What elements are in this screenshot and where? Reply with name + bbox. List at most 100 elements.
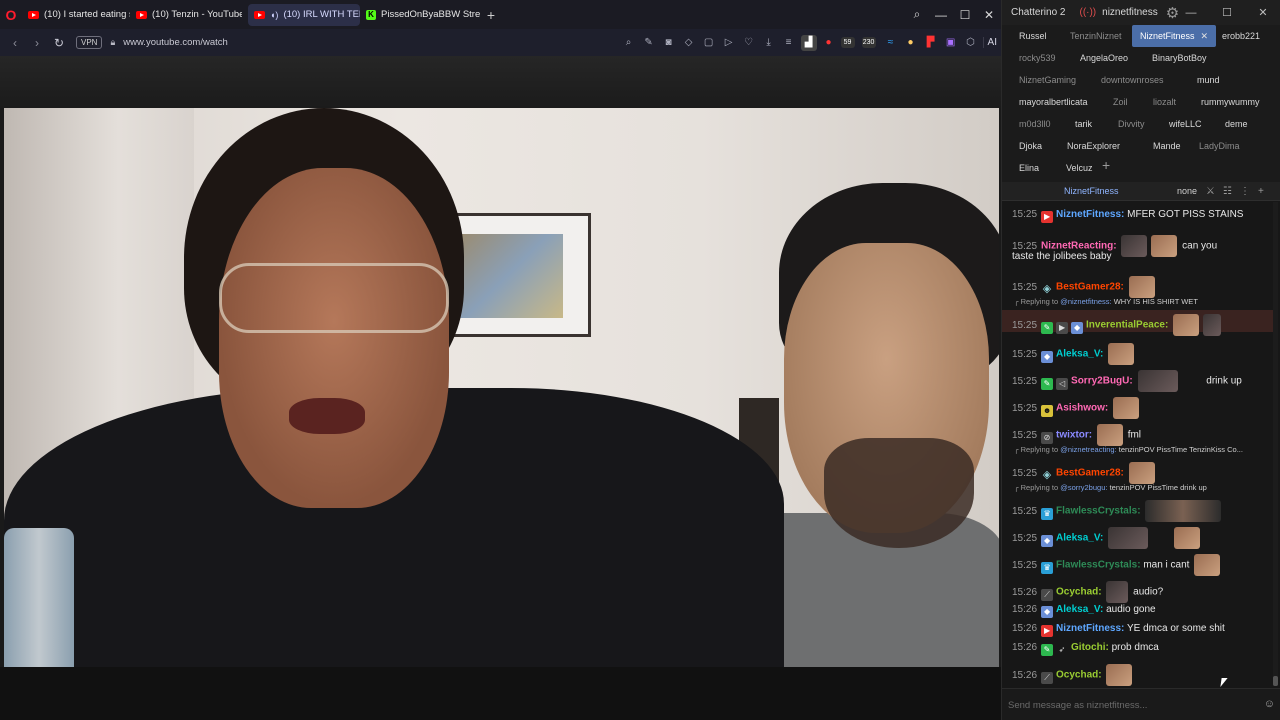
back-icon[interactable]: ‹ (4, 36, 26, 50)
ai-button[interactable]: AI (982, 37, 997, 48)
chat-message-continuation: taste the jolibees baby (1012, 251, 1112, 262)
username[interactable]: NiznetFitness: (1056, 623, 1124, 634)
camera-icon[interactable]: ◙ (661, 35, 677, 51)
tab-irl-with-tenzin[interactable]: ◖) (10) IRL WITH TENZIN (248, 3, 360, 26)
viewers-icon[interactable]: ☷ (1223, 186, 1232, 197)
channel-tab[interactable]: Zoil (1105, 91, 1136, 113)
moderation-icon[interactable]: ⚔ (1206, 186, 1215, 197)
channel-tab[interactable]: tarik (1067, 113, 1100, 135)
forward-icon[interactable]: › (26, 36, 48, 50)
channel-tab[interactable]: Mande (1145, 135, 1189, 157)
search-icon[interactable]: ⌕ (621, 35, 637, 51)
window-controls: ⌕ — ☐ ✕ (905, 0, 1001, 29)
more-icon[interactable]: ⋮ (1240, 186, 1250, 197)
extension-badge-59[interactable]: 59 (840, 37, 855, 48)
shield-icon[interactable]: ◇ (681, 35, 697, 51)
extension-icon[interactable]: ▛ (923, 35, 939, 51)
new-tab-button[interactable]: + (480, 7, 502, 23)
username[interactable]: twixtor: (1056, 430, 1092, 441)
play-icon[interactable]: ▷ (721, 35, 737, 51)
reply-context[interactable]: ╭ Replying to @sorry2bugu: tenzinPOV Pis… (1014, 483, 1207, 492)
tab-kick-stream[interactable]: K PissedOnByaBBW Stream (360, 0, 480, 29)
username[interactable]: Gitochi: (1071, 642, 1109, 653)
video-stage (0, 56, 1001, 720)
username[interactable]: FlawlessCrystals: (1056, 560, 1141, 571)
vpn-badge[interactable]: VPN (76, 36, 103, 49)
channel-tab[interactable]: Divvity (1110, 113, 1153, 135)
extension-icon[interactable]: ● (903, 35, 919, 51)
channel-tab[interactable]: rummywummy (1193, 91, 1268, 113)
channel-tab[interactable]: downtownroses (1093, 69, 1172, 91)
tab-salad[interactable]: (10) I started eating salad (22, 0, 130, 29)
close-icon[interactable]: ✕ (977, 8, 1001, 22)
edit-icon[interactable]: ✎ (641, 35, 657, 51)
channel-tab[interactable]: liozalt (1145, 91, 1184, 113)
emoji-icon[interactable]: ☺ (1264, 698, 1275, 710)
extension-badge-230[interactable]: 230 (861, 37, 876, 48)
split-channel-name[interactable]: NiznetFitness (1064, 186, 1119, 196)
emote (1152, 527, 1170, 549)
channel-tab[interactable]: rocky539 (1011, 47, 1064, 69)
minimize-icon[interactable]: — (1173, 7, 1209, 19)
reply-context[interactable]: ╭ Replying to @niznetreacting: tenzinPOV… (1014, 445, 1243, 454)
heart-icon[interactable]: ♡ (741, 35, 757, 51)
username[interactable]: Aleksa_V: (1056, 533, 1103, 544)
channel-tab[interactable]: Djoka (1011, 135, 1050, 157)
username[interactable]: Ocychad: (1056, 587, 1102, 598)
username[interactable]: NiznetFitness: (1056, 209, 1124, 220)
search-tabs-icon[interactable]: ⌕ (905, 7, 929, 22)
extension-icon[interactable]: ≈ (883, 35, 899, 51)
minimize-icon[interactable]: — (929, 8, 953, 22)
channel-tab[interactable]: mayoralbertlicata (1011, 91, 1096, 113)
chat-message-input[interactable] (1008, 695, 1258, 715)
extensions-icon[interactable]: ⬡ (963, 35, 979, 51)
maximize-icon[interactable]: ☐ (953, 8, 977, 22)
username[interactable]: InverentialPeace: (1086, 320, 1168, 331)
profile-icon[interactable]: ▟ (800, 34, 817, 51)
chat-message: 15:25 ◈ BestGamer28: (1012, 276, 1272, 298)
lock-icon[interactable]: 🔒︎ (110, 37, 115, 48)
channel-tab[interactable]: AngelaOreo (1072, 47, 1136, 69)
username[interactable]: BestGamer28: (1056, 282, 1124, 293)
channel-tab[interactable]: mund (1189, 69, 1228, 91)
channel-tab[interactable]: deme (1217, 113, 1256, 135)
download-icon[interactable]: ⤓ (761, 35, 777, 51)
chat-scrollbar[interactable] (1273, 202, 1278, 686)
chat-mode[interactable]: none (1177, 186, 1197, 196)
username[interactable]: Sorry2BugU: (1071, 376, 1133, 387)
channel-tab[interactable]: m0d3ll0 (1011, 113, 1059, 135)
channel-tab[interactable]: TenzinNiznet (1062, 25, 1130, 47)
username[interactable]: BestGamer28: (1056, 468, 1124, 479)
channel-tab[interactable]: NiznetGaming (1011, 69, 1084, 91)
video-player[interactable] (4, 108, 999, 719)
adblock-icon[interactable]: ● (821, 35, 837, 51)
add-tab-button[interactable]: + (1102, 157, 1110, 173)
tab-tenzin-youtube[interactable]: (10) Tenzin - YouTube (130, 0, 242, 29)
twitch-icon[interactable]: ▣ (943, 35, 959, 51)
username[interactable]: Asishwow: (1056, 403, 1108, 414)
channel-tab[interactable]: BinaryBotBoy (1144, 47, 1215, 69)
maximize-icon[interactable]: ☐ (1209, 6, 1245, 19)
add-split-icon[interactable]: + (1258, 186, 1264, 197)
username[interactable]: FlawlessCrystals: (1056, 506, 1141, 517)
channel-tab[interactable]: NoraExplorer (1059, 135, 1128, 157)
close-tab-icon[interactable]: ✕ (1201, 31, 1209, 42)
scrollbar-thumb[interactable] (1273, 676, 1278, 686)
channel-tab[interactable]: LadyDima (1191, 135, 1248, 157)
close-icon[interactable]: ✕ (1245, 6, 1280, 19)
channel-tab[interactable]: Russel (1011, 25, 1055, 47)
menu-icon[interactable]: ≡ (781, 35, 797, 51)
channel-tab[interactable]: wifeLLC (1161, 113, 1210, 135)
reply-context[interactable]: ╭ Replying to @niznetfitness: WHY IS HIS… (1014, 297, 1198, 306)
username[interactable]: Ocychad: (1056, 670, 1102, 681)
channel-tab[interactable]: erobb221 (1214, 25, 1268, 47)
channel-tab[interactable]: Elina (1011, 157, 1047, 179)
box-icon[interactable]: ▢ (701, 35, 717, 51)
channel-tab-selected[interactable]: NiznetFitness ✕ (1132, 25, 1217, 47)
channel-tab[interactable]: Velcuz (1058, 157, 1101, 179)
opera-logo-icon[interactable]: O (0, 0, 22, 29)
username[interactable]: Aleksa_V: (1056, 604, 1103, 615)
url-field[interactable]: www.youtube.com/watch (123, 37, 228, 48)
username[interactable]: Aleksa_V: (1056, 349, 1103, 360)
reload-icon[interactable]: ↻ (48, 36, 70, 50)
